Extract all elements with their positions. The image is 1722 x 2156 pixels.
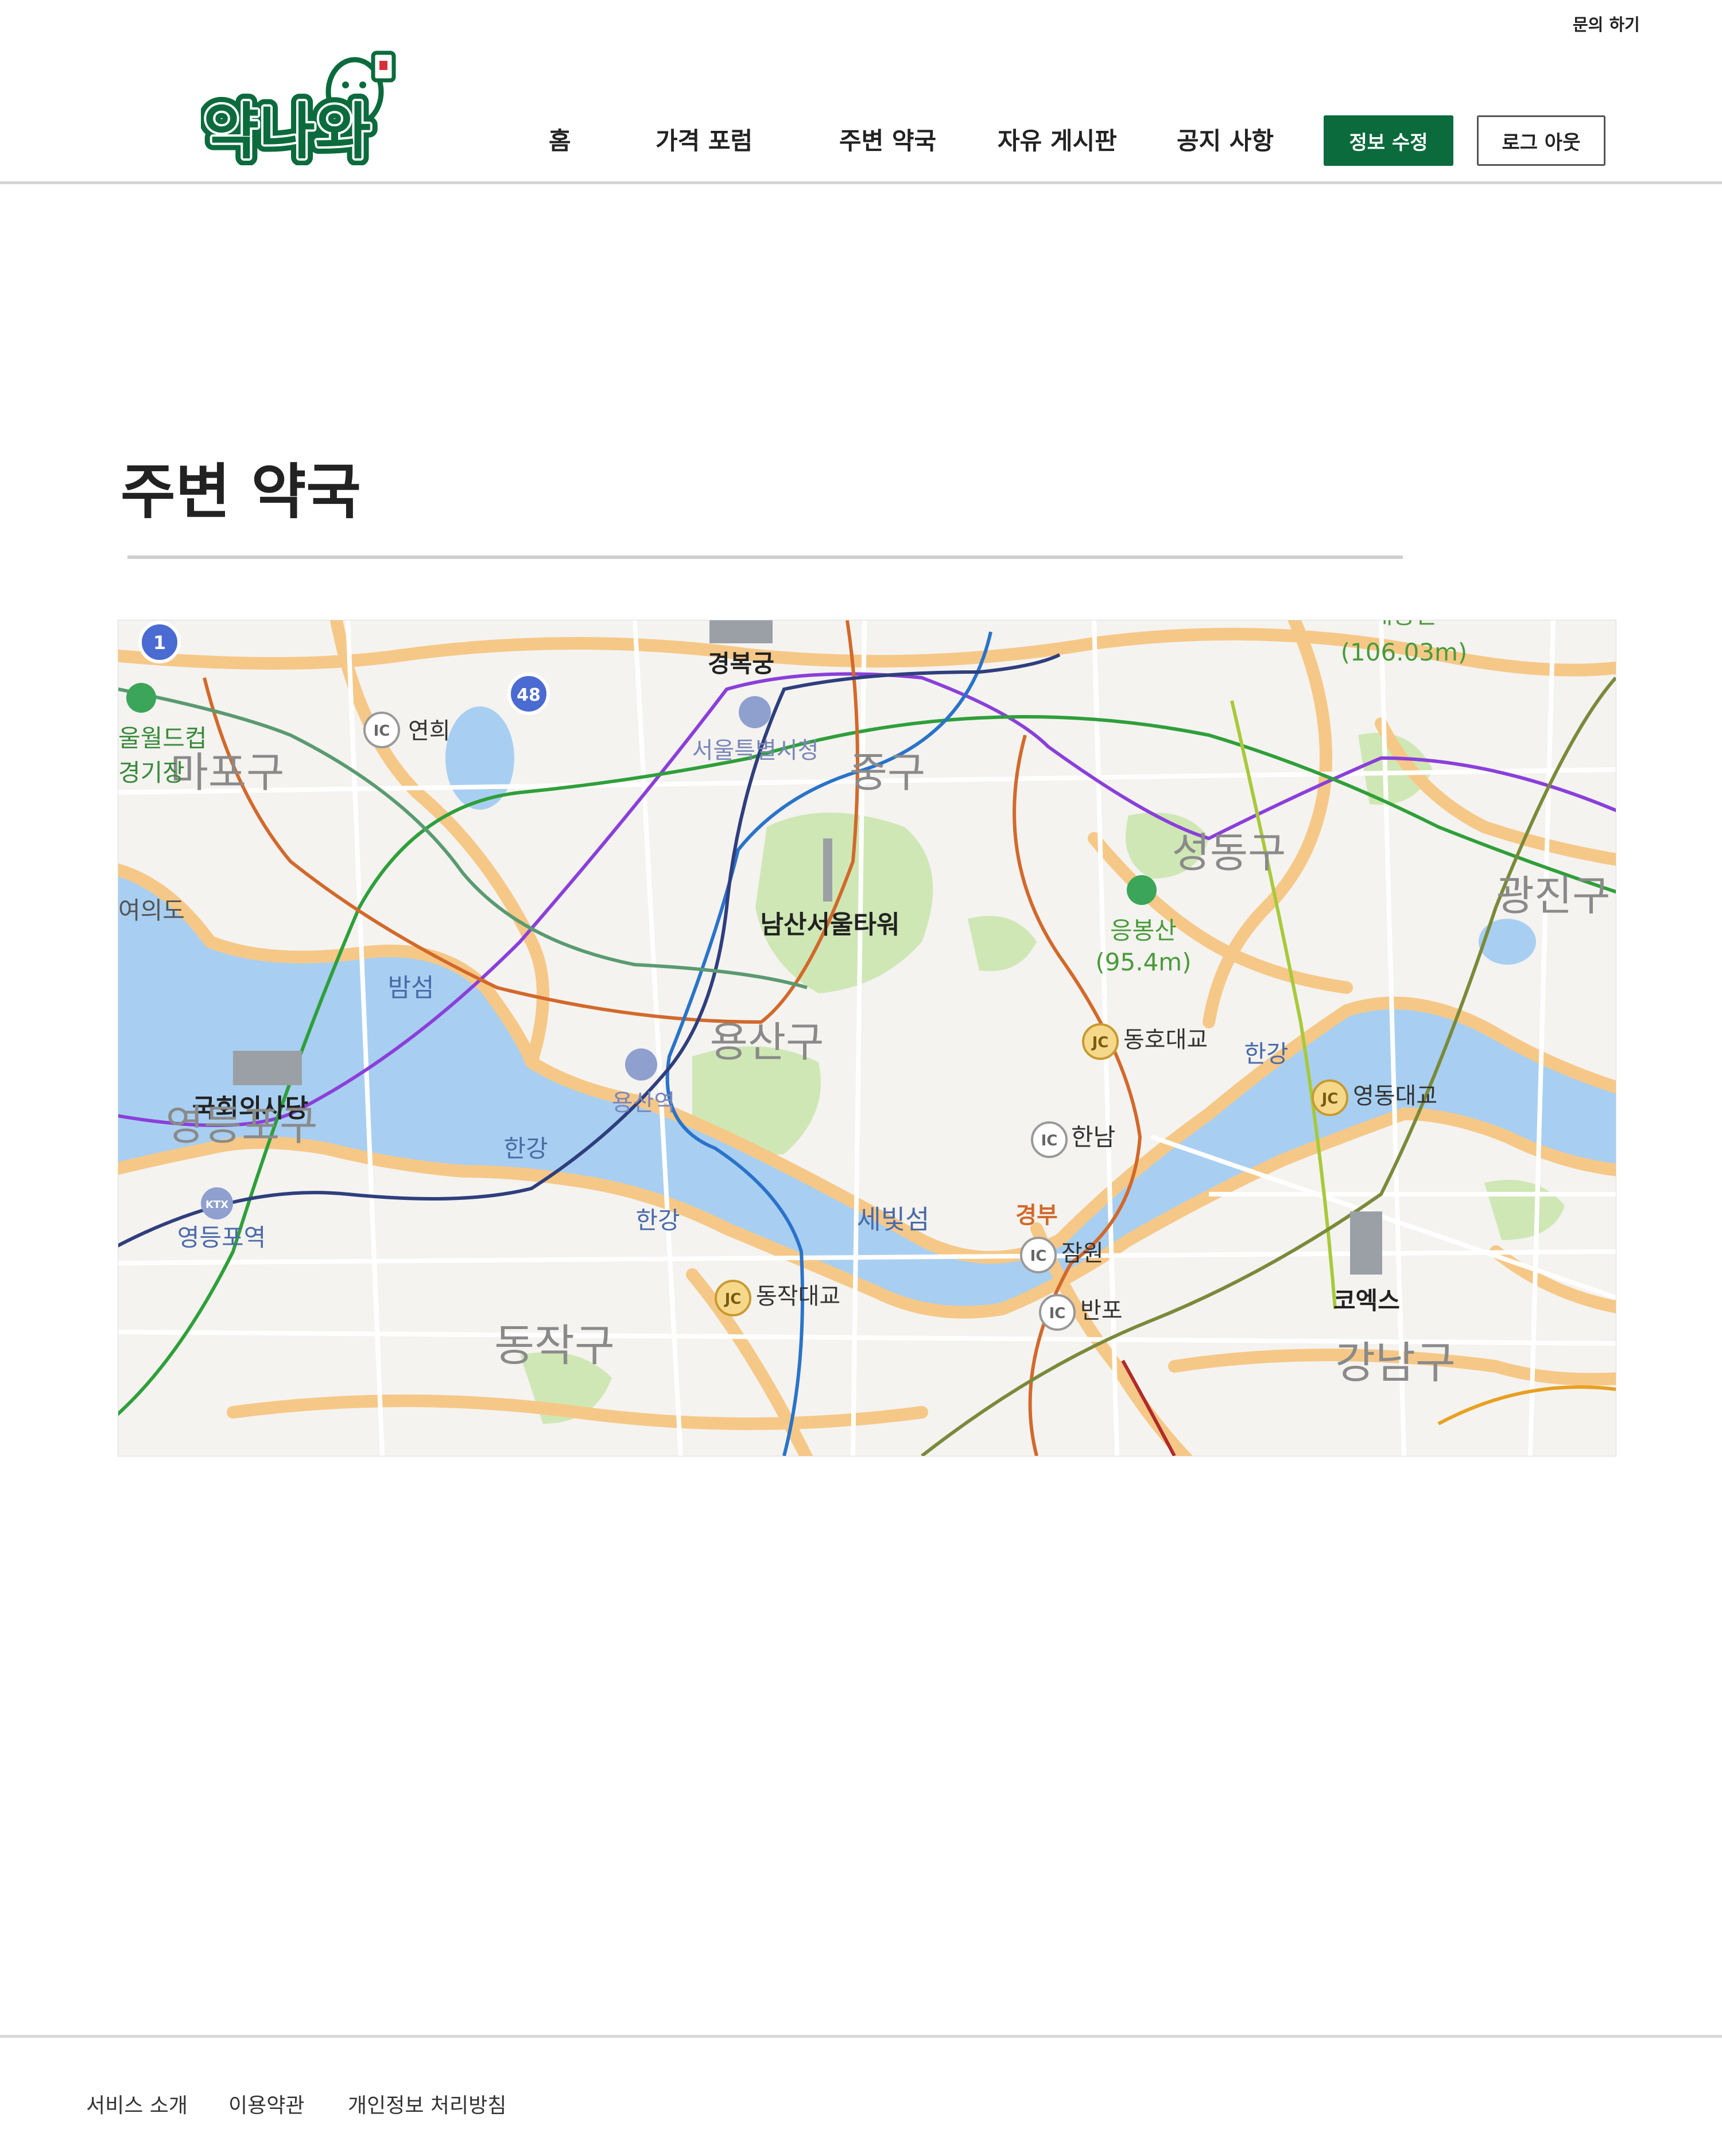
nav-notice[interactable]: 공지 사항 [1177, 122, 1274, 157]
svg-text:JC: JC [724, 1291, 742, 1308]
svg-text:JC: JC [1321, 1090, 1339, 1108]
tower-icon [823, 838, 832, 902]
map-view[interactable]: 1 48 KTX IC IC IC IC JC JC JC 경복궁 (106.0… [118, 620, 1616, 1456]
palace-icon [709, 620, 773, 643]
logo[interactable]: 약나와 약나와 약나와 [196, 50, 402, 174]
svg-text:한강: 한강 [1244, 1040, 1288, 1068]
svg-text:48: 48 [517, 685, 541, 705]
svg-text:여의도: 여의도 [118, 896, 185, 924]
svg-text:연희: 연희 [408, 718, 451, 744]
nav-nearby-pharmacy[interactable]: 주변 약국 [839, 122, 936, 157]
svg-text:코엑스: 코엑스 [1333, 1287, 1400, 1315]
mountain-icon [1127, 875, 1157, 905]
svg-text:약나와: 약나와 [203, 96, 371, 165]
station-icon [625, 1048, 657, 1081]
svg-text:IC: IC [1049, 1305, 1066, 1322]
svg-text:매봉산: 매봉산 [1371, 620, 1437, 629]
edit-info-button[interactable]: 정보 수정 [1324, 115, 1453, 166]
svg-text:IC: IC [374, 722, 390, 740]
svg-text:강남구: 강남구 [1335, 1337, 1456, 1388]
ic-jamwon-marker: IC [1020, 1237, 1057, 1273]
svg-text:마포구: 마포구 [170, 748, 285, 797]
svg-text:용산역: 용산역 [612, 1090, 675, 1116]
svg-text:한강: 한강 [635, 1206, 680, 1234]
footer-divider [0, 2035, 1722, 2038]
svg-text:세빛섬: 세빛섬 [857, 1204, 930, 1235]
svg-text:중구: 중구 [850, 748, 925, 797]
svg-text:KTX: KTX [205, 1199, 228, 1211]
svg-text:동호대교: 동호대교 [1123, 1027, 1208, 1053]
svg-text:광진구: 광진구 [1496, 872, 1611, 920]
footer-terms-link[interactable]: 이용약관 [228, 2089, 304, 2119]
svg-text:영등포역: 영등포역 [177, 1223, 266, 1252]
jc-yeongdong-marker: JC [1312, 1079, 1348, 1116]
title-divider [127, 555, 1403, 559]
svg-text:울월드컵: 울월드컵 [118, 724, 207, 752]
svg-text:동작대교: 동작대교 [756, 1283, 840, 1310]
svg-text:1: 1 [153, 632, 166, 654]
logout-button[interactable]: 로그 아웃 [1477, 115, 1605, 166]
svg-text:경기장: 경기장 [118, 759, 185, 787]
svg-text:영동대교: 영동대교 [1353, 1083, 1437, 1109]
svg-text:JC: JC [1091, 1034, 1109, 1051]
svg-text:(95.4m): (95.4m) [1095, 948, 1191, 976]
svg-text:경복궁: 경복궁 [708, 650, 774, 678]
svg-text:서울특별시청: 서울특별시청 [692, 737, 819, 764]
jc-dongho-marker: JC [1082, 1023, 1119, 1060]
svg-text:남산서울타워: 남산서울타워 [761, 910, 900, 939]
map-canvas[interactable]: 1 48 KTX IC IC IC IC JC JC JC 경복궁 (106.0… [118, 620, 1616, 1456]
footer-privacy-link[interactable]: 개인정보 처리방침 [348, 2089, 506, 2119]
jc-dongjak-marker: JC [715, 1280, 751, 1316]
footer-service-intro-link[interactable]: 서비스 소개 [86, 2089, 188, 2119]
svg-text:성동구: 성동구 [1172, 829, 1286, 877]
svg-text:IC: IC [1030, 1248, 1047, 1265]
svg-text:밤섬: 밤섬 [388, 973, 435, 1003]
page-title: 주변 약국 [121, 457, 361, 527]
ic-yeonhui-marker: IC [363, 712, 400, 748]
svg-text:응봉산: 응봉산 [1110, 916, 1177, 945]
nav-home[interactable]: 홈 [549, 122, 571, 157]
park-icon [126, 683, 156, 713]
svg-text:한강: 한강 [503, 1135, 548, 1163]
svg-text:IC: IC [1041, 1132, 1058, 1149]
svg-text:용산구: 용산구 [710, 1018, 824, 1066]
coex-icon [1350, 1211, 1382, 1275]
svg-text:동작구: 동작구 [494, 1320, 615, 1371]
ic-hannam-marker: IC [1031, 1121, 1068, 1158]
svg-text:영등포구: 영등포구 [166, 1101, 318, 1149]
site-header: 약나와 약나와 약나와 홈 가격 포럼 주변 약국 자유 게시판 공지 사항 정… [0, 0, 1722, 184]
svg-text:잠원: 잠원 [1061, 1240, 1104, 1267]
svg-text:반포: 반포 [1080, 1298, 1123, 1324]
svg-text:한남: 한남 [1071, 1123, 1115, 1151]
cityhall-icon [739, 696, 771, 728]
svg-text:(106.03m): (106.03m) [1341, 638, 1468, 666]
national-assembly-icon [233, 1051, 302, 1085]
svg-text:경부: 경부 [1015, 1202, 1058, 1229]
nav-price-forum[interactable]: 가격 포럼 [656, 122, 753, 157]
ic-banpo-marker: IC [1039, 1294, 1076, 1331]
nav-free-board[interactable]: 자유 게시판 [998, 122, 1117, 157]
logo-mascot-icon: 약나와 약나와 약나와 [196, 50, 396, 174]
